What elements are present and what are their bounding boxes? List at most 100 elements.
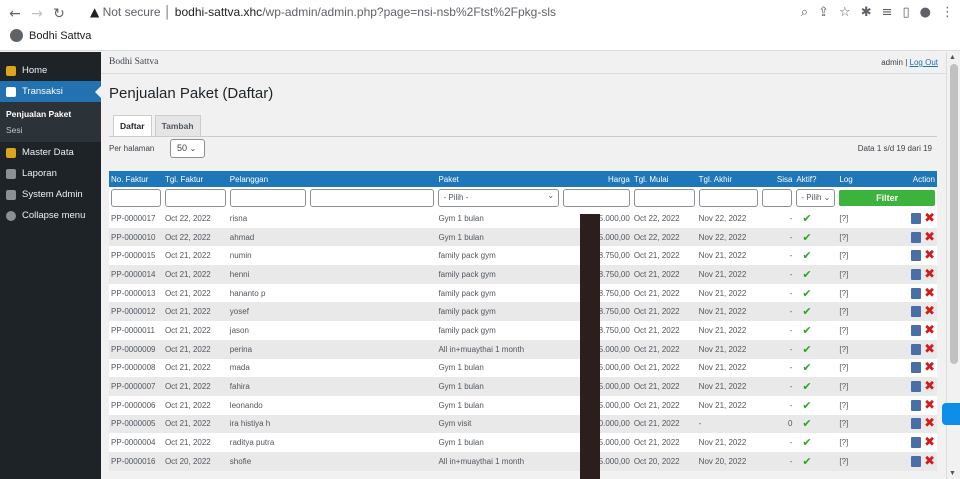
cell-aktif: ✔ (794, 283, 838, 303)
sidebar-item-system-admin[interactable]: System Admin (0, 184, 101, 205)
edit-icon[interactable] (911, 212, 922, 224)
zoom-icon[interactable]: ⌕ (801, 5, 808, 20)
cell-log[interactable]: [?] (837, 302, 878, 322)
edit-icon[interactable] (911, 437, 922, 449)
table-row: PP-0000007 Oct 21, 2022 fahira Gym 1 bulan 5… (109, 377, 937, 396)
tab-daftar[interactable]: Daftar (113, 115, 152, 136)
sidebar-item-laporan[interactable]: Laporan (0, 163, 101, 184)
edit-icon[interactable] (911, 250, 922, 262)
url-field[interactable]: ▲ Not secure │ bodhi-sattva.xhc/wp-admin… (90, 5, 556, 19)
col-paket[interactable]: Paket (436, 171, 562, 187)
delete-icon[interactable]: ✖ (924, 342, 935, 357)
cell-log[interactable]: [?] (837, 227, 878, 247)
cell-log[interactable]: [?] (837, 395, 878, 415)
col-pelanggan[interactable]: Pelanggan (227, 171, 308, 187)
cell-log[interactable]: [?] (837, 209, 878, 228)
edit-icon[interactable] (911, 287, 922, 299)
cell-tgl-akhir: Nov 21, 2022 (696, 302, 760, 322)
edit-icon[interactable] (911, 418, 922, 430)
filter-extra[interactable] (309, 189, 435, 207)
sidebar-item-master-data[interactable]: Master Data (0, 142, 101, 163)
delete-icon[interactable]: ✖ (924, 286, 935, 301)
col-sisa[interactable]: Sisa (759, 171, 795, 187)
top-bar: Bodhi Sattva admin | Log Out (101, 52, 946, 74)
scroll-up-icon[interactable]: ▲ (949, 54, 956, 61)
scroll-down-icon[interactable]: ▼ (949, 470, 956, 477)
delete-icon[interactable]: ✖ (924, 304, 935, 319)
teamviewer-icon[interactable] (942, 403, 960, 425)
cell-tgl-faktur: Oct 21, 2022 (162, 321, 228, 340)
check-icon: ✔ (802, 305, 812, 319)
menu-icon[interactable]: ⋮ (941, 5, 954, 20)
cell-log[interactable]: [?] (837, 358, 878, 378)
delete-icon[interactable]: ✖ (924, 416, 935, 431)
sidebar-item-transaksi[interactable]: Transaksi (0, 81, 101, 102)
cell-log[interactable]: [?] (837, 451, 878, 471)
delete-icon[interactable]: ✖ (924, 454, 935, 469)
tab-tambah[interactable]: Tambah (154, 115, 201, 136)
edit-icon[interactable] (911, 343, 922, 355)
edit-icon[interactable] (911, 399, 922, 411)
edit-icon[interactable] (911, 362, 922, 374)
cell-log[interactable]: [?] (837, 377, 878, 396)
check-icon: ✔ (802, 417, 812, 431)
submenu-penjualan-paket[interactable]: Penjualan Paket (0, 106, 101, 122)
filter-tgl-mulai[interactable] (633, 189, 695, 207)
cell-log[interactable]: [?] (837, 414, 878, 434)
edit-icon[interactable] (911, 231, 922, 243)
delete-icon[interactable]: ✖ (924, 230, 935, 245)
sidebar-item-collapse[interactable]: Collapse menu (0, 205, 101, 226)
filter-sisa[interactable] (761, 189, 793, 207)
cell-tgl-akhir: Nov 21, 2022 (696, 433, 760, 452)
extensions-icon[interactable]: ✱ (861, 5, 872, 20)
filter-aktif-select[interactable]: - Pilih ⌄ (796, 189, 836, 207)
cell-paket: Gym 1 bulan (436, 433, 562, 452)
delete-icon[interactable]: ✖ (924, 435, 935, 450)
sidebar-item-home[interactable]: Home (0, 60, 101, 81)
edit-icon[interactable] (911, 324, 922, 336)
profile-icon[interactable]: ● (920, 5, 931, 20)
submenu-sesi[interactable]: Sesi (0, 122, 101, 138)
delete-icon[interactable]: ✖ (924, 211, 935, 226)
back-icon[interactable]: ← (4, 6, 26, 22)
cell-log[interactable]: [?] (837, 339, 878, 359)
delete-icon[interactable]: ✖ (924, 360, 935, 375)
per-page-select[interactable]: 50 ⌄ (170, 139, 205, 158)
scrollbar-thumb[interactable] (950, 64, 958, 364)
cell-log[interactable]: [?] (837, 265, 878, 284)
col-tgl-mulai[interactable]: Tgl. Mulai (631, 171, 697, 187)
filter-paket-select[interactable]: - Pilih - ⌄ (438, 189, 560, 207)
edit-icon[interactable] (911, 381, 922, 393)
filter-pelanggan[interactable] (229, 189, 306, 207)
logout-link[interactable]: Log Out (910, 58, 938, 67)
cell-log[interactable]: [?] (837, 246, 878, 266)
edit-icon[interactable] (911, 306, 922, 318)
delete-icon[interactable]: ✖ (924, 323, 935, 338)
filter-tgl-faktur[interactable] (164, 189, 226, 207)
cell-log[interactable]: [?] (837, 433, 878, 452)
media-icon[interactable]: ≡ (882, 5, 893, 20)
reload-icon[interactable]: ↻ (48, 6, 70, 22)
filter-no-faktur[interactable] (111, 189, 161, 207)
col-harga[interactable]: Harga (561, 171, 632, 187)
filter-harga[interactable] (563, 189, 630, 207)
filter-button[interactable]: Filter (839, 190, 935, 206)
col-tgl-faktur[interactable]: Tgl. Faktur (162, 171, 228, 187)
star-icon[interactable]: ☆ (839, 5, 851, 20)
col-aktif[interactable]: Aktif? (794, 171, 838, 187)
side-panel-icon[interactable]: ▯ (903, 5, 910, 20)
col-no-faktur[interactable]: No. Faktur (109, 171, 163, 187)
bookmark-item[interactable]: Bodhi Sattva (10, 29, 91, 42)
edit-icon[interactable] (911, 268, 922, 280)
edit-icon[interactable] (911, 455, 922, 467)
filter-tgl-akhir[interactable] (698, 189, 758, 207)
share-icon[interactable]: ⇪ (818, 5, 829, 20)
cell-log[interactable]: [?] (837, 321, 878, 340)
delete-icon[interactable]: ✖ (924, 379, 935, 394)
delete-icon[interactable]: ✖ (924, 267, 935, 282)
delete-icon[interactable]: ✖ (924, 248, 935, 263)
forward-icon[interactable]: → (26, 6, 48, 22)
col-tgl-akhir[interactable]: Tgl. Akhir (696, 171, 760, 187)
delete-icon[interactable]: ✖ (924, 398, 935, 413)
cell-log[interactable]: [?] (837, 283, 878, 303)
